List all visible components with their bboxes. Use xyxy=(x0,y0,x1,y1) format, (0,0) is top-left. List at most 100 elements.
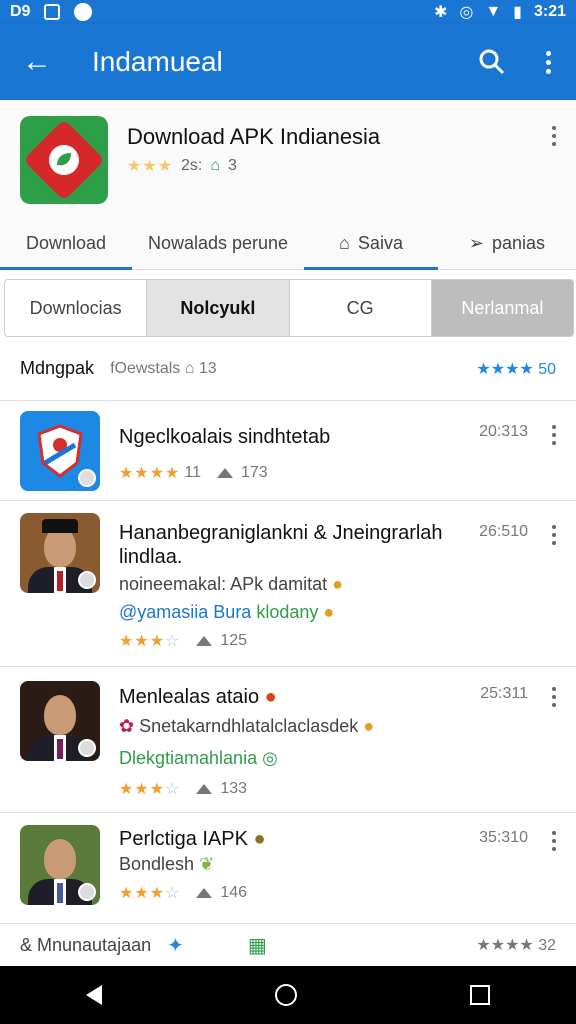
upload-icon xyxy=(196,636,213,646)
item-title: Menlealas ataio ● xyxy=(119,686,277,708)
app-title: Download APK Indianesia xyxy=(127,124,381,149)
item-subtitle: ✿ Snetakarndhlatalclaclasdek ● xyxy=(119,716,375,736)
status-text: D9 xyxy=(10,3,31,20)
app-rating-row: ★★★ 2s: ⌂ 3 xyxy=(127,156,237,176)
item-meta: ★★★★ 11 173 xyxy=(119,463,268,483)
rating-count: 3 xyxy=(228,157,237,174)
item-more-button[interactable] xyxy=(552,687,556,707)
rating-text: 2s: xyxy=(181,157,203,174)
list-item[interactable]: Hananbegraniglankni & Jneingrarlah lindl… xyxy=(0,501,576,667)
item-meta: ★★★☆ 133 xyxy=(119,779,247,799)
star-rating-icon: ★★★☆ xyxy=(119,885,181,902)
tab-label: Nowalads perune xyxy=(147,232,289,253)
item-time: 20:313 xyxy=(479,423,528,440)
item-more-button[interactable] xyxy=(552,525,556,545)
back-arrow-icon[interactable]: ← xyxy=(0,45,74,79)
app-more-button[interactable] xyxy=(552,126,556,146)
star-rating-icon: ★★★☆ xyxy=(119,633,181,650)
more-vert-icon xyxy=(545,50,551,74)
more-vert-icon xyxy=(552,126,556,146)
segment-nerlanmal[interactable]: Nerlanmal xyxy=(431,280,573,336)
upload-icon xyxy=(196,784,213,794)
page-title: Indamueal xyxy=(92,46,223,77)
item-count: 133 xyxy=(220,780,248,797)
item-title: Hananbegraniglankni & Jneingrarlah lindl… xyxy=(119,522,443,568)
search-icon xyxy=(479,49,505,75)
bottom-rating: ★★★★ 32 xyxy=(476,937,556,954)
bottom-strip: & Mnunautajaan ✦ ▦ ★★★★ 32 xyxy=(0,924,576,966)
tab-label: panias xyxy=(492,232,546,253)
item-meta: ★★★☆ 125 xyxy=(119,631,247,651)
more-vert-icon xyxy=(552,831,556,851)
upload-icon xyxy=(216,468,233,478)
item-rating: 11 xyxy=(184,464,201,481)
header-tabs: Download Nowalads perune ⌂ Saiva ➢ pania… xyxy=(0,216,576,270)
item-title: Perlctiga IAPK ● xyxy=(119,828,266,850)
emoji-icon: ● xyxy=(332,574,344,594)
item-time: 26:510 xyxy=(479,523,528,540)
emoji-icon: ● xyxy=(253,828,266,850)
filter-rating[interactable]: ★★★★ 50 xyxy=(476,359,556,379)
emoji-icon: ● xyxy=(323,602,335,622)
bluetooth-icon: ✱ xyxy=(433,4,448,21)
star-rating-icon: ★★★★ xyxy=(119,465,181,482)
item-count: 146 xyxy=(220,884,248,901)
app-thumbnail xyxy=(20,411,100,491)
tab-nowalads[interactable]: Nowalads perune xyxy=(132,216,304,270)
nav-back-icon[interactable] xyxy=(86,985,103,1005)
app-bar: ← Indamueal xyxy=(0,24,576,100)
list-item[interactable]: Ngeclkoalais sindhtetab 20:313 ★★★★ 11 1… xyxy=(0,401,576,501)
nav-recents-icon[interactable] xyxy=(469,985,490,1005)
system-nav-bar xyxy=(0,966,576,1024)
list-item[interactable]: Perlctiga IAPK ● 35:310 Bondlesh ❦ ★★★☆ … xyxy=(0,813,576,924)
segment-downlocias[interactable]: Downlocias xyxy=(5,280,148,336)
tab-label: Saiva xyxy=(357,232,403,253)
tab-label: Download xyxy=(25,232,107,253)
filter-row: Mdngpak fOewstals ⌂ 13 ★★★★ 50 xyxy=(0,337,576,401)
app-thumbnail xyxy=(20,825,100,905)
app-icon[interactable] xyxy=(20,116,108,204)
battery-icon: ▮ xyxy=(513,4,522,21)
star-rating-icon: ★★★ xyxy=(127,158,174,175)
alarm-icon: ◎ xyxy=(459,4,474,21)
overflow-menu-button[interactable] xyxy=(520,50,576,74)
item-time: 25:311 xyxy=(480,685,528,702)
item-subtitle: noineemakal: APk damitat ● xyxy=(119,574,344,594)
more-vert-icon xyxy=(552,425,556,445)
item-count: 125 xyxy=(220,632,248,649)
segment-cg[interactable]: CG xyxy=(290,280,432,336)
filter-sub: fOewstals ⌂ 13 xyxy=(110,359,217,377)
segmented-control: Downlocias Nolcyukl CG Nerlanmal xyxy=(4,279,574,337)
star-rating-icon: ★★★☆ xyxy=(119,781,181,798)
item-subtitle: Bondlesh ❦ xyxy=(119,854,215,874)
shield-icon xyxy=(74,3,93,21)
nav-home-icon[interactable] xyxy=(274,984,297,1006)
item-tag: Dlekgtiamahlania ◎ xyxy=(119,748,278,768)
item-meta: ★★★☆ 146 xyxy=(119,883,247,903)
more-vert-icon xyxy=(552,687,556,707)
app-thumbnail xyxy=(20,681,100,761)
status-bar: D9 ✱ ◎ ▼ ▮ 3:21 xyxy=(0,0,576,24)
grid-icon[interactable]: ▦ xyxy=(248,933,267,958)
list-item[interactable]: Menlealas ataio ● 25:311 ✿ Snetakarndhla… xyxy=(0,667,576,813)
more-vert-icon xyxy=(552,525,556,545)
item-count: 173 xyxy=(240,464,268,481)
leaf-icon: ❦ xyxy=(199,854,215,874)
item-time: 35:310 xyxy=(479,829,528,846)
item-more-button[interactable] xyxy=(552,425,556,445)
app-list: Ngeclkoalais sindhtetab 20:313 ★★★★ 11 1… xyxy=(0,401,576,924)
status-time: 3:21 xyxy=(533,3,566,20)
search-button[interactable] xyxy=(464,49,520,75)
home-icon: ⌂ xyxy=(210,157,221,174)
share-icon[interactable]: ✦ xyxy=(167,933,184,958)
upload-icon xyxy=(196,888,213,898)
tab-panias[interactable]: ➢ panias xyxy=(438,216,576,270)
chat-icon: ◎ xyxy=(262,748,278,768)
segment-nolcyukl[interactable]: Nolcyukl xyxy=(147,280,290,336)
app-header-card: Download APK Indianesia ★★★ 2s: ⌂ 3 Down… xyxy=(0,100,576,270)
tab-saiva[interactable]: ⌂ Saiva xyxy=(304,216,438,270)
tab-download[interactable]: Download xyxy=(0,216,132,270)
app-thumbnail xyxy=(20,513,100,593)
item-more-button[interactable] xyxy=(552,831,556,851)
image-icon xyxy=(44,4,61,20)
